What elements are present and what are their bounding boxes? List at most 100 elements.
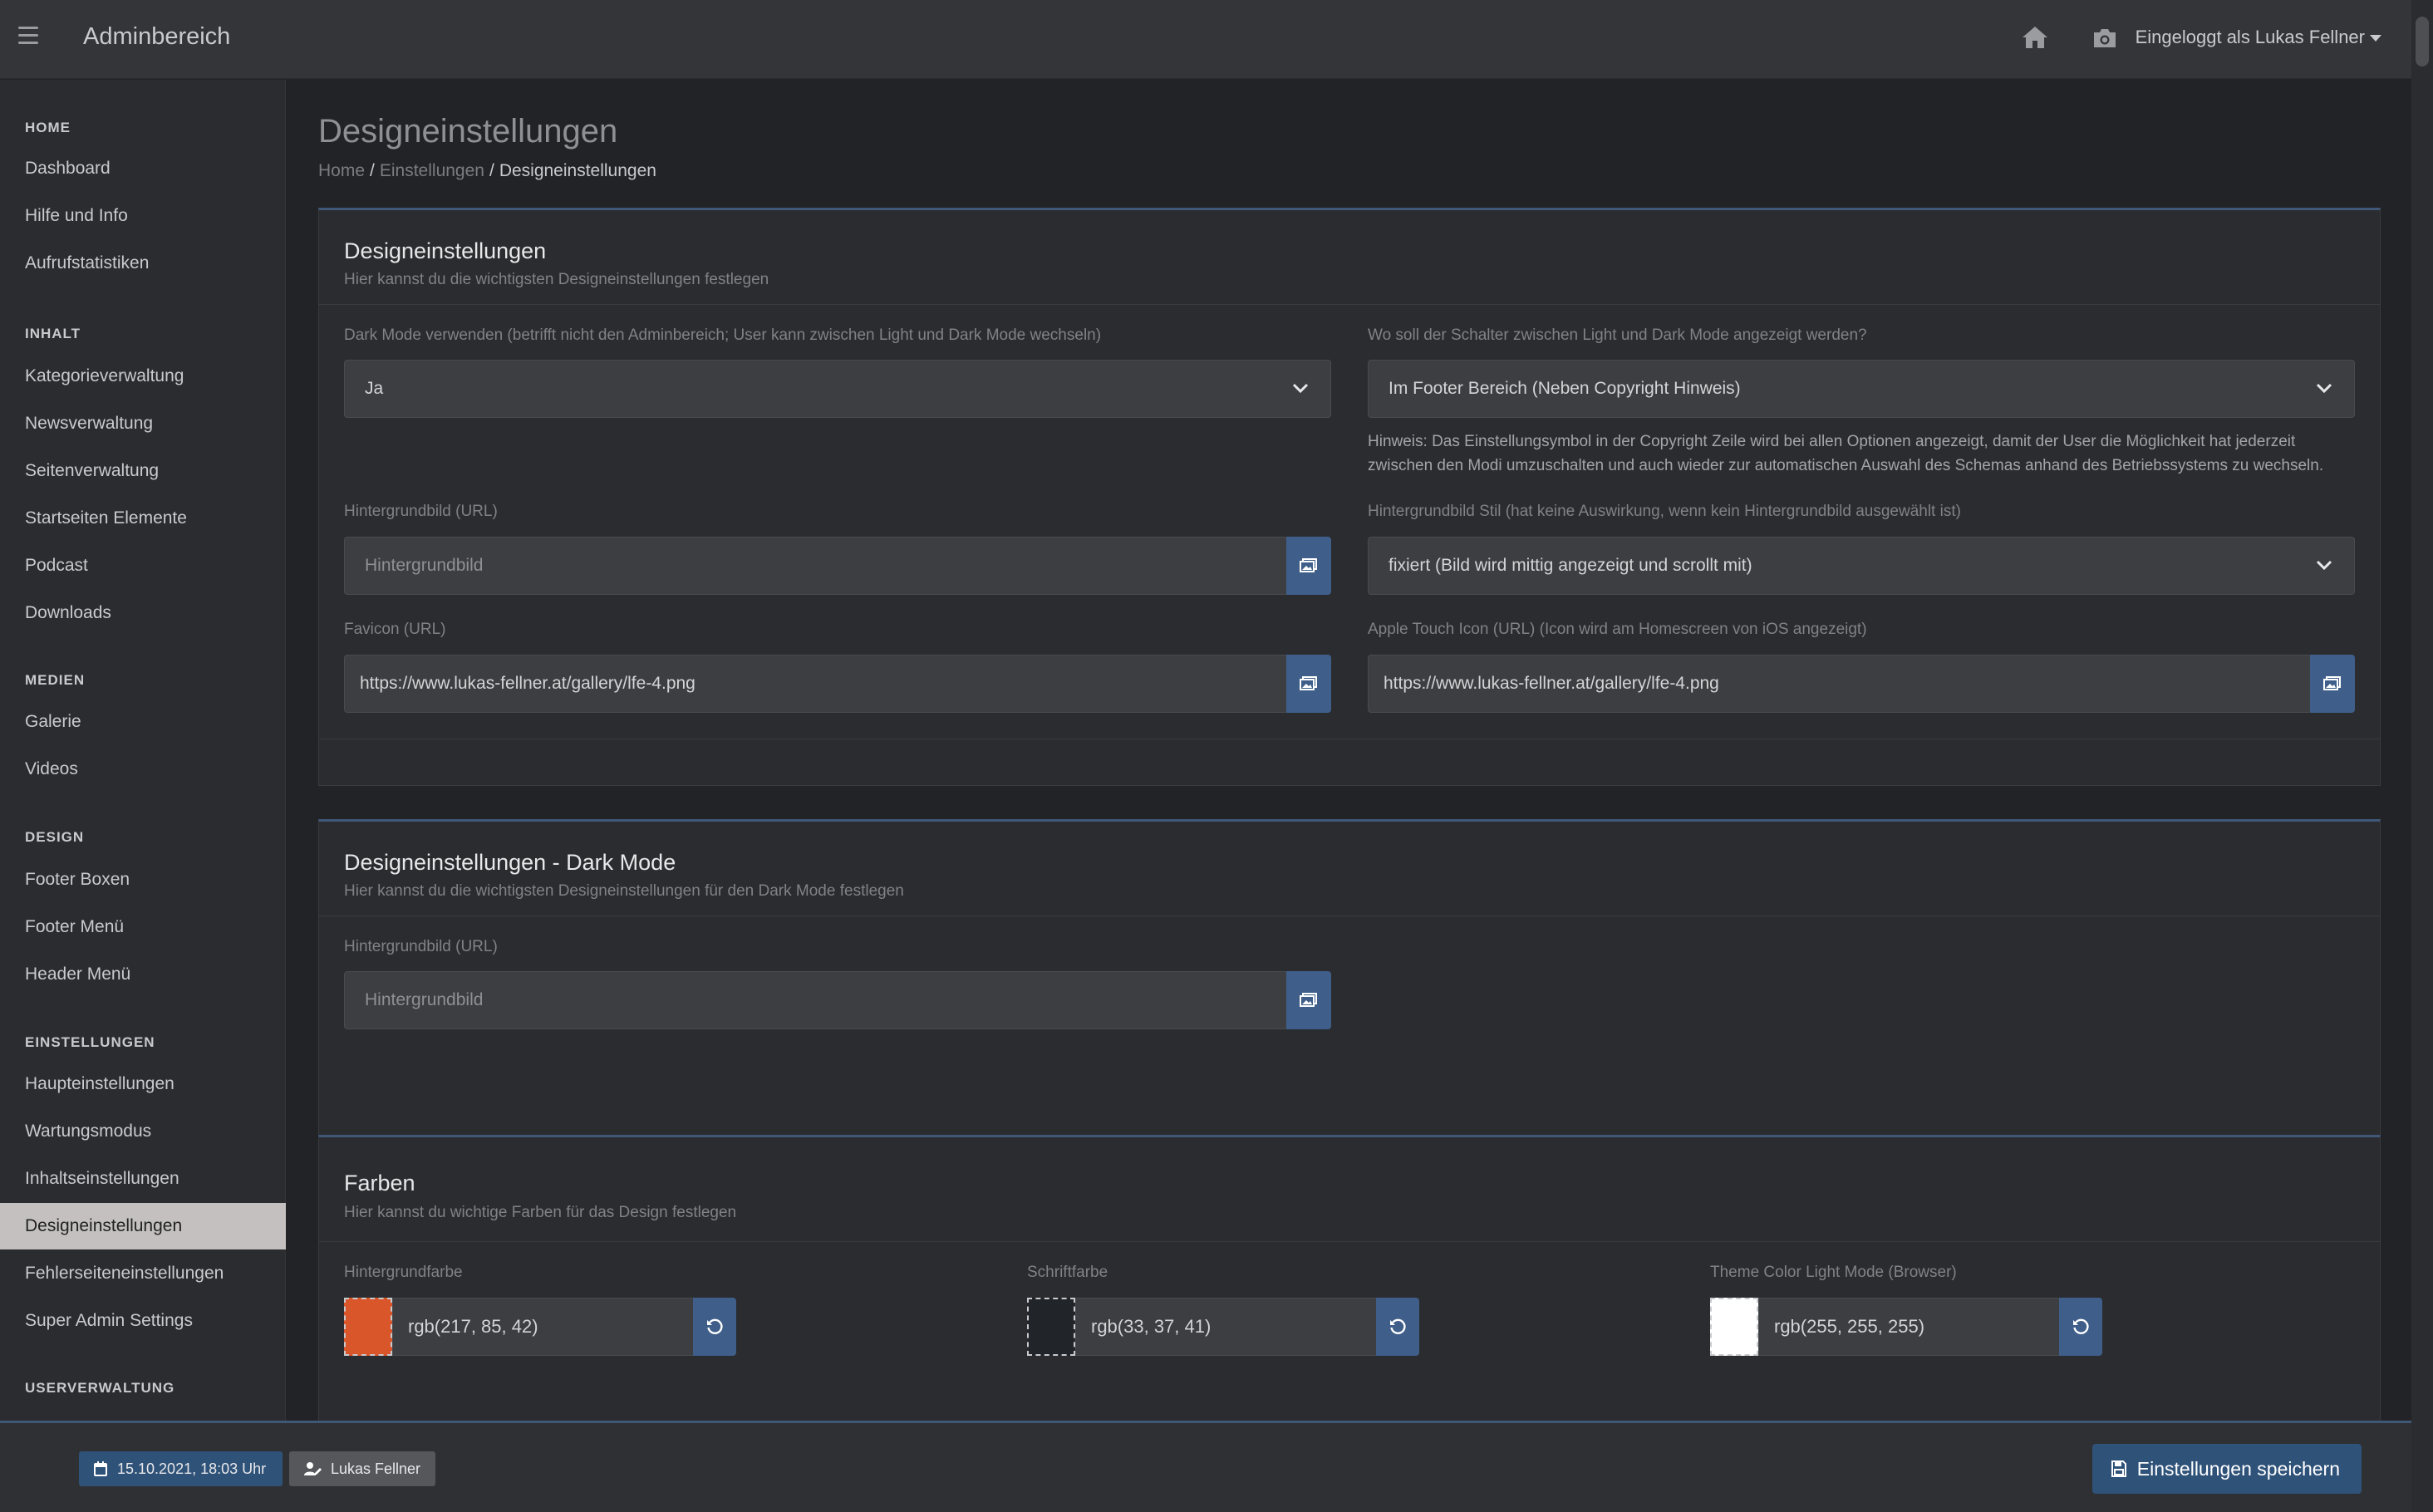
sidebar-item-galerie[interactable]: Galerie — [0, 699, 286, 745]
bg-image-label: Hintergrundbild (URL) — [344, 503, 498, 520]
font-color-label: Schriftfarbe — [1027, 1264, 1108, 1281]
breadcrumb-home[interactable]: Home — [318, 161, 365, 180]
sidebar-heading-userverwaltung: USERVERWALTUNG — [25, 1380, 175, 1396]
sidebar-item-inhaltseinstellungen[interactable]: Inhaltseinstellungen — [0, 1156, 286, 1202]
theme-color-reset-button[interactable] — [2059, 1298, 2102, 1356]
bg-style-select[interactable]: fixiert (Bild wird mittig angezeigt und … — [1368, 537, 2355, 595]
chevron-down-icon — [1292, 383, 1309, 394]
dark-bg-image-input[interactable]: Hintergrundbild — [344, 971, 1288, 1029]
sidebar-item-super-admin[interactable]: Super Admin Settings — [0, 1298, 286, 1344]
sidebar-item-podcast[interactable]: Podcast — [0, 542, 286, 589]
apple-icon-input[interactable]: https://www.lukas-fellner.at/gallery/lfe… — [1368, 655, 2312, 713]
caret-down-icon — [2370, 35, 2381, 42]
colors-card: Farben Hier kannst du wichtige Farben fü… — [318, 1135, 2381, 1421]
dark-bg-image-placeholder: Hintergrundbild — [365, 990, 484, 1009]
save-icon — [2111, 1460, 2126, 1477]
sidebar-item-haupteinstellungen[interactable]: Haupteinstellungen — [0, 1061, 286, 1107]
card-subtitle: Hier kannst du wichtige Farben für das D… — [344, 1204, 737, 1221]
sidebar-item-seiten[interactable]: Seitenverwaltung — [0, 448, 286, 494]
bg-color-swatch[interactable] — [344, 1298, 392, 1356]
main-content: Designeinstellungen Home / Einstellungen / D… — [287, 80, 2411, 1421]
bg-style-value: fixiert (Bild wird mittig angezeigt und … — [1389, 556, 1752, 575]
favicon-input[interactable]: https://www.lukas-fellner.at/gallery/lfe… — [344, 655, 1288, 713]
camera-icon[interactable] — [2091, 27, 2118, 53]
sidebar-item-hilfe[interactable]: Hilfe und Info — [0, 193, 286, 239]
switch-hint: Hinweis: Das Einstellungsymbol in der Co… — [1368, 430, 2323, 478]
save-settings-button[interactable]: Einstellungen speichern — [2091, 1444, 2362, 1494]
breadcrumb-einstellungen[interactable]: Einstellungen — [380, 161, 484, 180]
theme-color-input[interactable]: rgb(255, 255, 255) — [1758, 1298, 2077, 1356]
card-header: Farben Hier kannst du wichtige Farben fü… — [319, 1137, 2380, 1242]
dark-mode-label: Dark Mode verwenden (betrifft nicht den … — [344, 326, 1102, 344]
user-menu[interactable]: Eingeloggt als Lukas Fellner — [2136, 27, 2381, 48]
reset-icon — [2073, 1318, 2089, 1334]
sidebar-heading-inhalt: INHALT — [25, 326, 81, 341]
switch-position-value: Im Footer Bereich (Neben Copyright Hinwe… — [1389, 379, 1741, 398]
sidebar-item-kategorien[interactable]: Kategorieverwaltung — [0, 353, 286, 400]
sidebar-item-fehlerseiten[interactable]: Fehlerseiteneinstellungen — [0, 1250, 286, 1297]
image-icon — [1300, 676, 1317, 690]
image-icon — [2323, 676, 2341, 690]
image-icon — [1300, 993, 1317, 1007]
sidebar-item-news[interactable]: Newsverwaltung — [0, 400, 286, 447]
bg-color-input[interactable]: rgb(217, 85, 42) — [392, 1298, 711, 1356]
font-color-swatch[interactable] — [1027, 1298, 1075, 1356]
bg-color-reset-button[interactable] — [693, 1298, 736, 1356]
home-icon[interactable] — [2021, 25, 2049, 54]
dark-mode-value: Ja — [365, 379, 384, 398]
chevron-down-icon — [2316, 560, 2332, 571]
bg-color-label: Hintergrundfarbe — [344, 1264, 463, 1281]
bg-image-input[interactable]: Hintergrundbild — [344, 537, 1288, 595]
chevron-down-icon — [2316, 383, 2332, 394]
user-menu-label: Eingeloggt als Lukas Fellner — [2135, 27, 2365, 47]
sidebar-item-header-menu[interactable]: Header Menü — [0, 951, 286, 998]
sidebar-item-footer-menu[interactable]: Footer Menü — [0, 904, 286, 950]
card-title: Designeinstellungen — [344, 238, 547, 263]
breadcrumb-current: Designeinstellungen — [499, 161, 656, 180]
favicon-pick-button[interactable] — [1286, 655, 1331, 713]
scrollbar-thumb[interactable] — [2416, 17, 2429, 66]
dark-bg-image-label: Hintergrundbild (URL) — [344, 938, 498, 955]
theme-color-swatch[interactable] — [1710, 1298, 1758, 1356]
card-footer — [319, 739, 2380, 785]
date-badge-label: 15.10.2021, 18:03 Uhr — [117, 1460, 267, 1477]
font-color-reset-button[interactable] — [1376, 1298, 1419, 1356]
sidebar-item-dashboard[interactable]: Dashboard — [0, 145, 286, 192]
sidebar: HOME Dashboard Hilfe und Info Aufrufstat… — [0, 80, 286, 1421]
sidebar-item-downloads[interactable]: Downloads — [0, 590, 286, 636]
topbar: Adminbereich Eingeloggt als Lukas Fellne… — [0, 0, 2433, 79]
dark-mode-select[interactable]: Ja — [344, 360, 1331, 418]
sidebar-item-aufrufstatistiken[interactable]: Aufrufstatistiken — [0, 240, 286, 287]
sidebar-item-videos[interactable]: Videos — [0, 746, 286, 793]
app-title: Adminbereich — [83, 23, 231, 50]
sidebar-item-startseiten[interactable]: Startseiten Elemente — [0, 495, 286, 542]
reset-icon — [707, 1318, 723, 1334]
bottom-bar: 15.10.2021, 18:03 Uhr Lukas Fellner Eins… — [0, 1421, 2411, 1512]
design-settings-card: Designeinstellungen Hier kannst du die w… — [318, 208, 2381, 786]
sidebar-item-designeinstellungen[interactable]: Designeinstellungen — [0, 1203, 286, 1249]
apple-icon-pick-button[interactable] — [2310, 655, 2355, 713]
sidebar-heading-design: DESIGN — [25, 829, 85, 845]
switch-position-select[interactable]: Im Footer Bereich (Neben Copyright Hinwe… — [1368, 360, 2355, 418]
bg-image-pick-button[interactable] — [1286, 537, 1331, 595]
font-color-input[interactable]: rgb(33, 37, 41) — [1075, 1298, 1394, 1356]
bg-style-label: Hintergrundbild Stil (hat keine Auswirku… — [1368, 503, 1961, 520]
user-edit-icon — [304, 1462, 322, 1475]
theme-color-label: Theme Color Light Mode (Browser) — [1710, 1264, 1957, 1281]
switch-hint-line-1: Hinweis: Das Einstellungsymbol in der Co… — [1368, 433, 2296, 450]
apple-icon-value: https://www.lukas-fellner.at/gallery/lfe… — [1384, 674, 1719, 693]
card-title: Farben — [344, 1171, 415, 1195]
card-title: Designeinstellungen - Dark Mode — [344, 850, 676, 875]
sidebar-heading-medien: MEDIEN — [25, 672, 86, 688]
sidebar-item-footer-boxen[interactable]: Footer Boxen — [0, 857, 286, 903]
favicon-value: https://www.lukas-fellner.at/gallery/lfe… — [360, 674, 695, 693]
bg-image-placeholder: Hintergrundbild — [365, 556, 484, 575]
dark-bg-image-pick-button[interactable] — [1286, 971, 1331, 1029]
menu-icon[interactable] — [18, 27, 40, 47]
favicon-label: Favicon (URL) — [344, 621, 446, 638]
calendar-icon — [94, 1461, 107, 1476]
page-scrollbar[interactable] — [2411, 0, 2433, 1512]
dark-mode-settings-card: Designeinstellungen - Dark Mode Hier kan… — [318, 819, 2381, 1185]
image-icon — [1300, 558, 1317, 572]
sidebar-item-wartungsmodus[interactable]: Wartungsmodus — [0, 1108, 286, 1155]
